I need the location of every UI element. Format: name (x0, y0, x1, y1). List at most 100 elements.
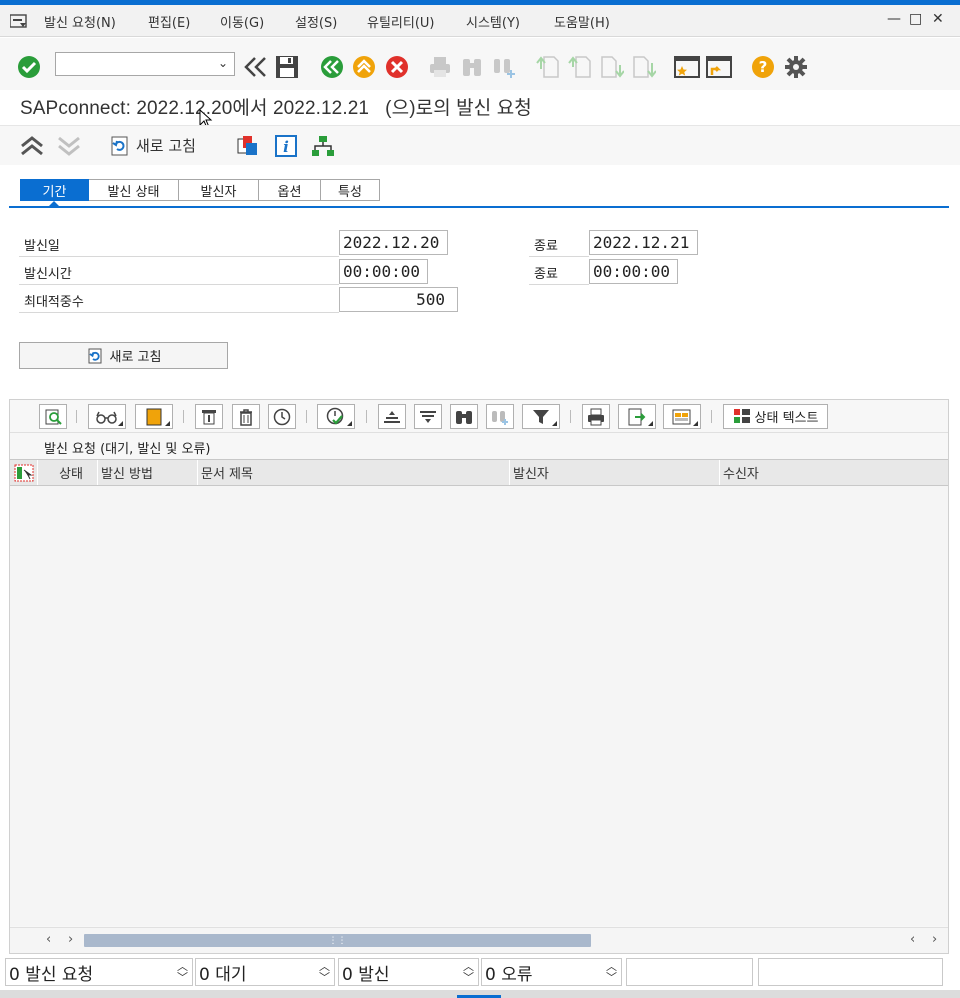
filter-button[interactable] (522, 404, 560, 429)
cancel-button[interactable] (384, 54, 410, 80)
waiting-count-field[interactable]: 0 대기 ︿ ﹀ (195, 958, 335, 986)
refresh-button[interactable]: 새로 고침 (19, 342, 228, 369)
minimize-button[interactable]: — (887, 11, 901, 27)
column-header-document-title[interactable]: 문서 제목 (198, 460, 510, 485)
back-button[interactable] (243, 54, 269, 80)
find-next-button[interactable] (491, 54, 517, 80)
back-nav-button[interactable] (319, 54, 345, 80)
details-button[interactable] (39, 404, 67, 429)
previous-page-icon (568, 56, 591, 78)
menu-toggle-icon[interactable] (10, 14, 28, 28)
row-divider (19, 256, 339, 257)
binoculars-icon (456, 410, 472, 424)
command-field[interactable]: ⌄ (55, 52, 235, 76)
menu-settings[interactable]: 설정(S) (295, 12, 337, 31)
sent-count-field[interactable]: 0 발신 ︿ ﹀ (338, 958, 479, 986)
row-divider (529, 256, 589, 257)
enter-button[interactable] (16, 54, 42, 80)
last-page-button[interactable] (631, 54, 657, 80)
expand-button[interactable] (56, 133, 82, 159)
column-header-status[interactable]: 상태 (38, 460, 98, 485)
command-input[interactable] (56, 53, 206, 75)
tab-send-status[interactable]: 발신 상태 (89, 179, 179, 201)
save-button[interactable] (274, 54, 300, 80)
layout-button[interactable] (135, 404, 173, 429)
spinner-icon[interactable]: ︿ ﹀ (177, 961, 188, 983)
spinner-icon[interactable]: ︿ ﹀ (463, 961, 474, 983)
view-button[interactable] (88, 404, 126, 429)
refresh-link[interactable]: 새로 고침 (108, 134, 196, 156)
customize-layout-button[interactable] (783, 54, 809, 80)
dropdown-caret-icon (688, 421, 698, 426)
scroll-left-icon[interactable]: ‹ (46, 932, 51, 947)
column-header-recipient[interactable]: 수신자 (720, 460, 948, 485)
last-page-icon (633, 56, 656, 78)
select-all-button[interactable] (10, 460, 38, 485)
print-button[interactable] (427, 54, 453, 80)
tab-period[interactable]: 기간 (20, 179, 89, 201)
first-page-button[interactable] (535, 54, 561, 80)
info-button[interactable]: i (273, 133, 299, 159)
sort-descending-button[interactable] (414, 404, 442, 429)
previous-page-button[interactable] (567, 54, 593, 80)
tab-underline (9, 206, 949, 208)
menu-send-request[interactable]: 발신 요청(N) (44, 12, 116, 31)
bottom-strip (0, 990, 960, 998)
chevron-down-icon[interactable]: ⌄ (218, 56, 228, 70)
copy-objects-button[interactable] (235, 133, 261, 159)
menu-goto[interactable]: 이동(G) (220, 12, 264, 31)
hierarchy-button[interactable] (310, 133, 336, 159)
change-button[interactable] (195, 404, 223, 429)
choose-layout-button[interactable] (663, 404, 701, 429)
find-grid-button[interactable] (450, 404, 478, 429)
horizontal-scrollbar[interactable]: ‹ › ⋮⋮ ‹ › (10, 927, 948, 953)
collapse-button[interactable] (19, 133, 45, 159)
send-process-button[interactable] (317, 404, 355, 429)
scroll-left-end-icon[interactable]: ‹ (910, 932, 915, 947)
grid-title: 발신 요청 (대기, 발신 및 오류) (44, 442, 211, 457)
refresh-label: 새로 고침 (136, 136, 196, 155)
tab-sender[interactable]: 발신자 (179, 179, 259, 201)
tab-attributes[interactable]: 특성 (321, 179, 380, 201)
send-request-count-field[interactable]: 0 발신 요청 ︿ ﹀ (5, 958, 193, 986)
print-preview-button[interactable] (582, 404, 610, 429)
tab-options[interactable]: 옵션 (259, 179, 321, 201)
sort-ascending-button[interactable] (378, 404, 406, 429)
spinner-icon[interactable]: ︿ ﹀ (319, 961, 330, 983)
error-count-field[interactable]: 0 오류 ︿ ﹀ (481, 958, 622, 986)
scrollbar-thumb[interactable]: ⋮⋮ (84, 934, 591, 947)
status-text-button[interactable]: 상태 텍스트 (723, 404, 828, 429)
menu-system[interactable]: 시스템(Y) (466, 12, 520, 31)
create-session-button[interactable] (674, 54, 700, 80)
spinner-icon[interactable]: ︿ ﹀ (606, 961, 617, 983)
help-button[interactable]: ? (750, 54, 776, 80)
schedule-button[interactable] (268, 404, 296, 429)
close-window-button[interactable]: ✕ (932, 11, 944, 27)
tab-strip: 기간 발신 상태 발신자 옵션 특성 (20, 179, 380, 201)
refresh-icon (88, 348, 101, 363)
next-page-button[interactable] (599, 54, 625, 80)
column-header-sender[interactable]: 발신자 (510, 460, 720, 485)
send-date-from-field[interactable]: 2022.12.20 (339, 230, 448, 255)
toolbar-separator (306, 410, 307, 423)
find-button[interactable] (459, 54, 485, 80)
scroll-right-end-icon[interactable]: › (932, 932, 937, 947)
column-header-send-method[interactable]: 발신 방법 (98, 460, 198, 485)
scroll-right-icon[interactable]: › (68, 932, 73, 947)
find-next-grid-button[interactable] (486, 404, 514, 429)
generate-shortcut-button[interactable] (706, 54, 732, 80)
maximize-button[interactable]: □ (909, 11, 922, 27)
shortcut-window-icon (706, 56, 732, 78)
exit-button[interactable] (351, 54, 377, 80)
menu-edit[interactable]: 편집(E) (148, 12, 190, 31)
menu-help[interactable]: 도움말(H) (554, 12, 610, 31)
delete-button[interactable] (232, 404, 260, 429)
waiting-count: 0 대기 (199, 964, 247, 985)
copy-objects-icon (237, 136, 257, 155)
export-button[interactable] (618, 404, 656, 429)
max-hits-field[interactable]: 500 (339, 287, 458, 312)
menu-utilities[interactable]: 유틸리티(U) (367, 12, 435, 31)
send-time-to-field[interactable]: 00:00:00 (589, 259, 678, 284)
send-date-to-field[interactable]: 2022.12.21 (589, 230, 698, 255)
send-time-from-field[interactable]: 00:00:00 (339, 259, 428, 284)
